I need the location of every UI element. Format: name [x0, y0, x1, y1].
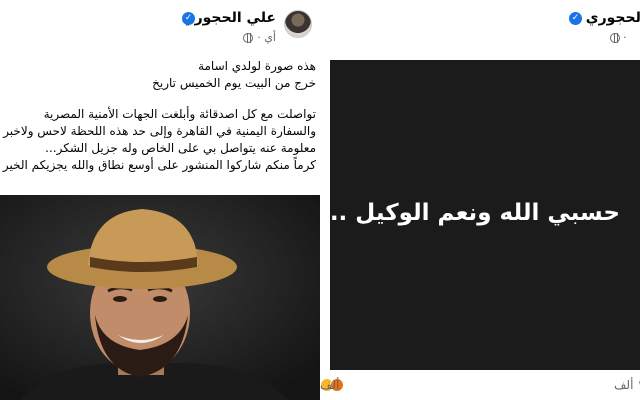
globe-icon — [610, 32, 620, 43]
verified-badge-icon: ✓ — [182, 12, 195, 25]
person-photo-icon — [0, 195, 320, 400]
post-body: هذه صورة لولدي اسامة خرج من البيت يوم ال… — [0, 58, 316, 174]
post-text-line: هذه صورة لولدي اسامة — [198, 59, 316, 73]
post-text-line: تواصلت مع كل اصدقائة وأبلغت الجهات الأمن… — [43, 107, 316, 121]
reactions-count[interactable]: ١,٦ ألف — [614, 378, 640, 392]
quote-text: حسبي الله ونعم الوكيل .. — [329, 200, 620, 226]
author-name[interactable]: علي الحجوري — [586, 10, 640, 26]
post-time[interactable]: أي · — [257, 31, 276, 44]
reactions-count-edge[interactable]: ألف — [320, 378, 339, 392]
globe-icon — [243, 32, 254, 43]
quote-image[interactable]: حسبي الله ونعم الوكيل .. — [330, 60, 640, 370]
post-text-line: خرج من البيت يوم الخميس تاريخ — [152, 76, 316, 90]
post-left: علي الحجوري ✓ أي · هذه صورة لولدي اسامة … — [0, 0, 320, 400]
post-right: علي الحجوري ✓ · حسبي الله ونعم الوكيل ..… — [320, 0, 640, 400]
author-name[interactable]: علي الحجوري — [182, 10, 276, 26]
post-time[interactable]: · — [623, 31, 627, 44]
post-photo[interactable] — [0, 195, 320, 400]
post-meta: أي · — [243, 31, 276, 44]
post-text-line: كرماً منكم شاركوا المنشور على أوسع نطاق … — [2, 158, 316, 172]
post-text-line: والسفارة اليمنية في القاهرة وإلى حد هذه … — [3, 124, 316, 138]
reactions-bar: ١,٦ ألف ألف — [320, 372, 640, 400]
post-header: علي الحجوري ✓ أي · — [0, 0, 320, 50]
post-text-line: معلومة عنه يتواصل بي على الخاص وله جزيل … — [45, 141, 316, 155]
avatar[interactable] — [284, 10, 312, 38]
verified-badge-icon: ✓ — [569, 12, 582, 25]
post-meta: · — [610, 31, 627, 44]
